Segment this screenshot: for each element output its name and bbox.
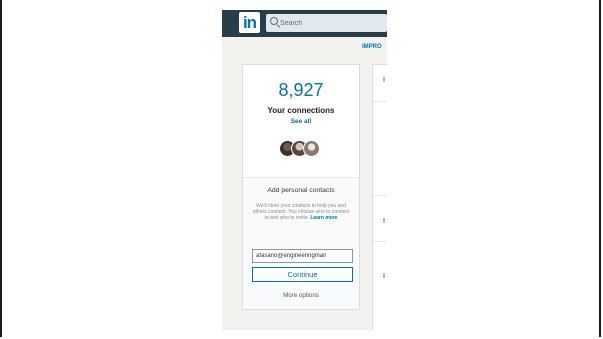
search-icon [270, 17, 278, 25]
add-contacts-title: Add personal contacts [267, 187, 335, 194]
continue-button[interactable]: Continue [252, 267, 353, 282]
connections-label: Your connections [267, 106, 335, 115]
linkedin-screenshot: in IMPRO 8,927 Your connections See all … [222, 10, 387, 330]
panel-divider [373, 241, 387, 242]
see-all-link[interactable]: See all [243, 118, 359, 125]
contacts-section [243, 178, 359, 309]
linkedin-logo[interactable]: in [239, 12, 260, 33]
connections-count[interactable]: 8,927 [243, 80, 359, 101]
email-field[interactable] [252, 249, 353, 263]
panel-text-fragment [383, 273, 385, 278]
avatar [303, 140, 320, 157]
top-navigation: in [222, 10, 387, 37]
connections-card: 8,927 Your connections See all Add perso… [242, 64, 360, 310]
search-bar[interactable] [266, 14, 387, 32]
learn-more-link[interactable]: Learn more [310, 215, 337, 221]
panel-divider [373, 101, 387, 102]
improve-link[interactable]: IMPRO [362, 44, 382, 50]
panel-divider [373, 195, 387, 196]
panel-text-fragment [383, 77, 385, 82]
main-content-panel [372, 64, 387, 330]
panel-text-fragment [383, 218, 385, 223]
more-options-link[interactable]: More options [243, 292, 359, 299]
search-input[interactable] [280, 14, 385, 32]
contacts-explanation: We'll store your contacts to help you an… [251, 203, 351, 222]
connection-avatars[interactable] [279, 140, 329, 158]
